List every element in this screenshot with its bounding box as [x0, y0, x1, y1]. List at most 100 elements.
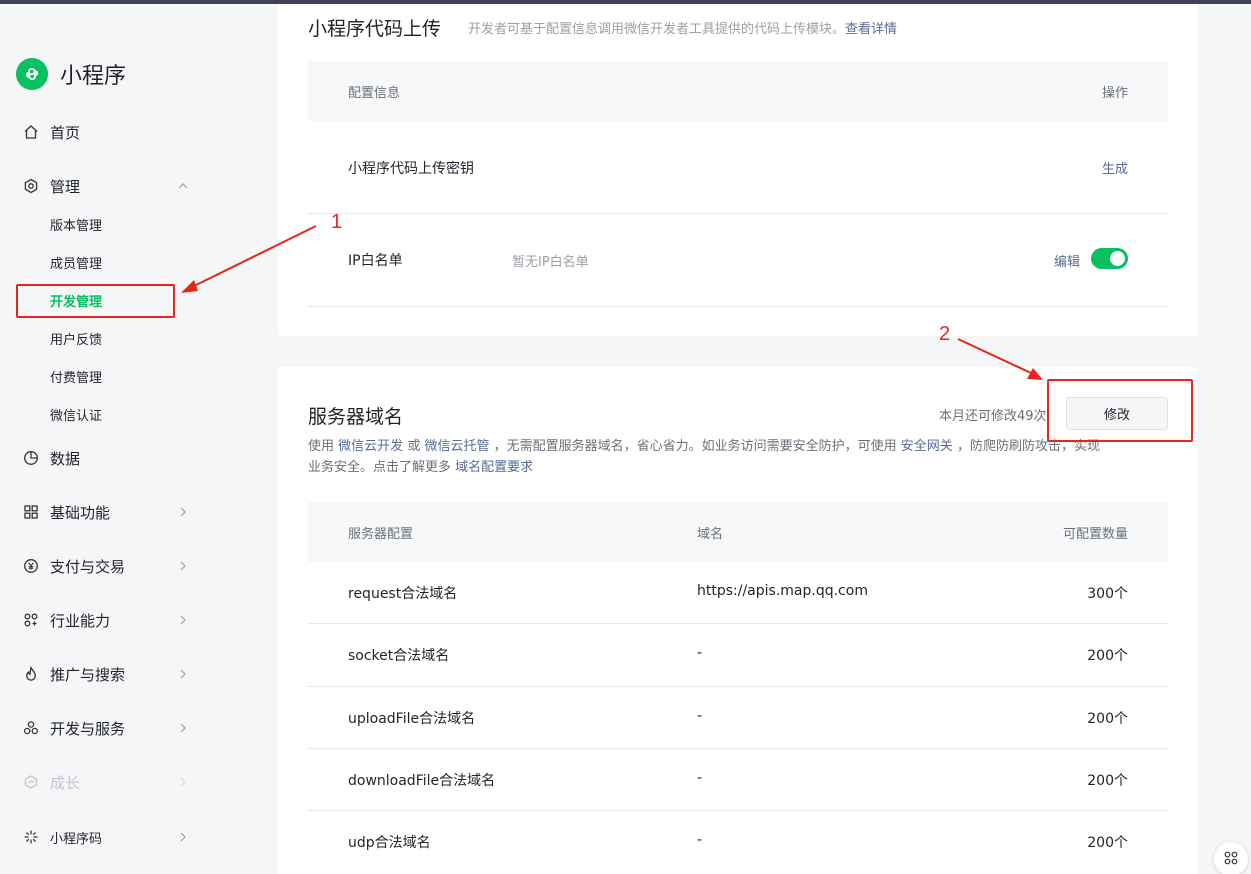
- col-count: 可配置数量: [1062, 527, 1128, 542]
- sidebar-item-label: 数据: [50, 449, 81, 468]
- upload-key-label: 小程序代码上传密钥: [348, 161, 474, 177]
- code-upload-title: 小程序代码上传: [308, 18, 442, 40]
- sidebar-item-label: 开发与服务: [50, 719, 126, 738]
- sidebar-subitem-verify[interactable]: 微信认证: [50, 407, 102, 427]
- sidebar-item-label: 首页: [50, 123, 81, 142]
- home-icon: [22, 123, 40, 141]
- table-row: 小程序代码上传密钥 生成: [308, 121, 1168, 214]
- sidebar-item-label: 小程序码: [50, 831, 103, 847]
- domain-value: -: [697, 832, 703, 848]
- desc-text: ，无需配置服务器域名，省心省力。如业务访问需要安全防护，可使用: [493, 439, 897, 454]
- sidebar-item-promote[interactable]: 推广与搜索: [22, 659, 192, 689]
- chevron-right-icon: [174, 503, 192, 521]
- domain-type: uploadFile合法域名: [348, 711, 476, 727]
- view-details-link[interactable]: 查看详情: [845, 22, 897, 37]
- domain-type: downloadFile合法域名: [348, 773, 496, 789]
- table-row: request合法域名 https://apis.map.qq.com 300个: [308, 562, 1168, 624]
- floating-apps-button[interactable]: [1214, 842, 1248, 874]
- sidebar-item-dev-service[interactable]: 开发与服务: [22, 713, 192, 743]
- wechat-cloud-hosting-link[interactable]: 微信云托管: [424, 439, 489, 454]
- sidebar-item-qrcode[interactable]: 小程序码: [22, 822, 192, 852]
- domain-type: socket合法域名: [348, 648, 450, 664]
- chevron-right-icon: [174, 828, 192, 846]
- col-action: 操作: [1101, 86, 1128, 101]
- desc-text: 业务安全。点击了解更多: [308, 460, 452, 475]
- ip-whitelist-value: 暂无IP白名单: [512, 255, 589, 270]
- hexagon-gear-icon: [22, 177, 40, 195]
- edit-ip-link[interactable]: 编辑: [1054, 251, 1080, 270]
- remaining-modifications: 本月还可修改49次: [939, 409, 1047, 424]
- domain-type: request合法域名: [348, 586, 458, 602]
- dev-service-icon: [22, 719, 40, 737]
- domain-type: udp合法域名: [348, 835, 431, 851]
- domain-value: -: [697, 770, 703, 786]
- ip-whitelist-toggle[interactable]: [1091, 248, 1128, 269]
- apps-grid-icon: [1224, 850, 1238, 869]
- table-row: udp合法域名 - 200个: [308, 811, 1168, 874]
- desc-text: 使用: [308, 439, 335, 454]
- sidebar-item-label: 基础功能: [50, 503, 111, 522]
- generate-key-link[interactable]: 生成: [1102, 158, 1128, 177]
- industry-icon: [22, 611, 40, 629]
- col-config-info: 配置信息: [348, 86, 401, 101]
- security-gateway-link[interactable]: 安全网关: [901, 439, 953, 454]
- annotation-number-1: 1: [331, 211, 343, 233]
- annotation-box-modify: [1047, 379, 1193, 442]
- domain-value: -: [697, 708, 703, 724]
- table-row: socket合法域名 - 200个: [308, 624, 1168, 687]
- pie-chart-icon: [22, 449, 40, 467]
- flame-icon: [22, 665, 40, 683]
- miniprogram-logo-icon: [16, 58, 48, 90]
- server-domain-title: 服务器域名: [308, 406, 404, 428]
- app-logo[interactable]: 小程序: [16, 56, 126, 92]
- sidebar-item-label: 行业能力: [50, 611, 111, 630]
- col-server-config: 服务器配置: [348, 527, 414, 542]
- sidebar-subitem-feedback[interactable]: 用户反馈: [50, 331, 102, 351]
- chevron-up-icon: [174, 177, 192, 195]
- sidebar-item-basic[interactable]: 基础功能: [22, 497, 192, 527]
- sidebar-item-industry[interactable]: 行业能力: [22, 605, 192, 635]
- chevron-right-icon: [174, 611, 192, 629]
- sidebar-subitem-version[interactable]: 版本管理: [50, 217, 102, 237]
- ip-whitelist-label: IP白名单: [348, 253, 403, 269]
- chevron-right-icon: [174, 773, 192, 791]
- domain-count: 200个: [1087, 648, 1128, 664]
- col-domain: 域名: [697, 527, 724, 542]
- sidebar-item-manage[interactable]: 管理: [22, 171, 192, 201]
- yuan-coin-icon: [22, 557, 40, 575]
- annotation-number-2: 2: [939, 323, 951, 345]
- server-domain-desc: 使用 微信云开发 或 微信云托管 ，无需配置服务器域名，省心省力。如业务访问需要…: [308, 436, 1168, 478]
- domain-count: 200个: [1087, 711, 1128, 727]
- grid-icon: [22, 503, 40, 521]
- sidebar-subitem-billing[interactable]: 付费管理: [50, 369, 102, 389]
- table-row: IP白名单 暂无IP白名单 编辑: [308, 214, 1168, 307]
- code-upload-desc-text: 开发者可基于配置信息调用微信开发者工具提供的代码上传模块。: [468, 22, 846, 37]
- code-upload-card: 小程序代码上传 开发者可基于配置信息调用微信开发者工具提供的代码上传模块。查看详…: [278, 4, 1198, 336]
- chevron-right-icon: [174, 665, 192, 683]
- wechat-cloud-dev-link[interactable]: 微信云开发: [338, 439, 403, 454]
- domain-count: 200个: [1087, 773, 1128, 789]
- sidebar-item-label: 支付与交易: [50, 557, 126, 576]
- domain-count: 200个: [1087, 835, 1128, 851]
- sidebar-item-growth[interactable]: 成长: [22, 767, 192, 797]
- annotation-box-dev-manage: [16, 284, 175, 318]
- code-upload-desc: 开发者可基于配置信息调用微信开发者工具提供的代码上传模块。查看详情: [468, 18, 897, 37]
- chevron-right-icon: [174, 557, 192, 575]
- config-table-header: 配置信息 操作: [308, 61, 1168, 121]
- domain-requirements-link[interactable]: 域名配置要求: [455, 460, 533, 475]
- sidebar-subitem-members[interactable]: 成员管理: [50, 255, 102, 275]
- domain-value: https://apis.map.qq.com: [697, 583, 868, 599]
- domain-value: -: [697, 645, 703, 661]
- growth-icon: [22, 773, 40, 791]
- sidebar-item-label: 推广与搜索: [50, 665, 126, 684]
- sidebar-item-home[interactable]: 首页: [22, 117, 192, 147]
- server-domain-card: 服务器域名 本月还可修改49次 修改 使用 微信云开发 或 微信云托管 ，无需配…: [278, 367, 1198, 874]
- sparkle-icon: [22, 828, 40, 846]
- sidebar-item-label: 管理: [50, 177, 81, 196]
- sidebar-item-data[interactable]: 数据: [22, 443, 192, 473]
- table-row: downloadFile合法域名 - 200个: [308, 749, 1168, 811]
- table-row: uploadFile合法域名 - 200个: [308, 687, 1168, 749]
- domain-table-header: 服务器配置 域名 可配置数量: [308, 502, 1168, 562]
- app-title: 小程序: [60, 64, 127, 89]
- sidebar-item-pay[interactable]: 支付与交易: [22, 551, 192, 581]
